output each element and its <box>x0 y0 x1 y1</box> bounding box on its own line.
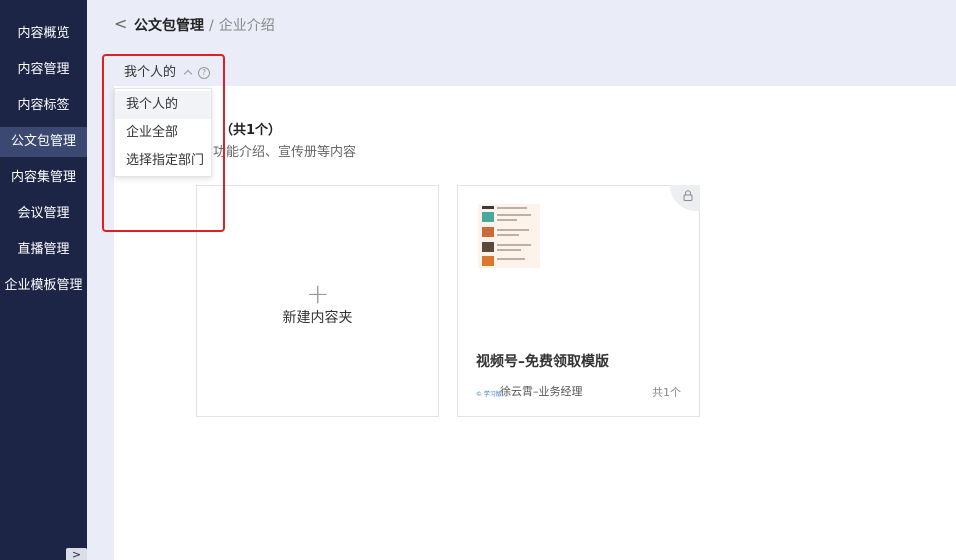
back-arrow-icon[interactable]: < <box>114 14 127 33</box>
folder-owner: 徐云霄–业务经理 <box>500 385 583 398</box>
help-icon[interactable]: ? <box>198 67 211 79</box>
lock-icon <box>683 190 693 201</box>
folder-card[interactable]: 视频号–免费领取模版 © 学习版 徐云霄–业务经理 共1个 <box>457 185 700 417</box>
folder-thumbnail <box>478 204 540 268</box>
sidebar-item-template-management[interactable]: 企业模板管理 <box>0 271 87 301</box>
topbar <box>87 0 956 86</box>
sidebar: 内容概览 内容管理 内容标签 公文包管理 内容集管理 会议管理 直播管理 企业模… <box>0 0 87 560</box>
scope-option-mine[interactable]: 我个人的 <box>115 91 211 119</box>
sidebar-collapse-icon[interactable]: > <box>66 548 87 560</box>
sidebar-item-meeting-management[interactable]: 会议管理 <box>0 199 87 229</box>
chevron-up-icon <box>183 69 193 79</box>
owner-logo: © 学习版 <box>476 391 502 398</box>
folder-item-count: 共1个 <box>652 386 681 399</box>
scope-option-enterprise-all[interactable]: 企业全部 <box>115 119 211 147</box>
sidebar-item-live-management[interactable]: 直播管理 <box>0 235 87 265</box>
sidebar-item-briefcase-management[interactable]: 公文包管理 <box>0 127 87 157</box>
breadcrumb-parent[interactable]: 公文包管理 <box>134 18 204 34</box>
breadcrumb-separator: / <box>209 18 214 34</box>
content-gutter <box>87 86 114 560</box>
section-description: 功能介绍、宣传册等内容 <box>213 145 357 160</box>
folder-count-heading: （共1个） <box>220 123 282 138</box>
scope-filter-label: 我个人的 <box>124 65 177 80</box>
sidebar-item-content-management[interactable]: 内容管理 <box>0 55 87 85</box>
sidebar-item-content-overview[interactable]: 内容概览 <box>0 19 87 49</box>
new-folder-card[interactable]: + 新建内容夹 <box>196 185 439 417</box>
sidebar-item-collection-management[interactable]: 内容集管理 <box>0 163 87 193</box>
new-folder-label: 新建内容夹 <box>282 310 353 326</box>
breadcrumb: 公文包管理 / 企业介绍 <box>134 15 275 35</box>
sidebar-item-content-tags[interactable]: 内容标签 <box>0 91 87 121</box>
breadcrumb-current: 企业介绍 <box>218 18 275 34</box>
scope-filter-trigger[interactable]: 我个人的? <box>124 61 211 80</box>
plus-icon: + <box>306 277 330 310</box>
scope-dropdown-menu: 我个人的 企业全部 选择指定部门 <box>114 88 212 177</box>
folder-title: 视频号–免费领取模版 <box>476 354 609 370</box>
scope-option-select-department[interactable]: 选择指定部门 <box>115 147 211 175</box>
lock-badge <box>670 185 700 211</box>
